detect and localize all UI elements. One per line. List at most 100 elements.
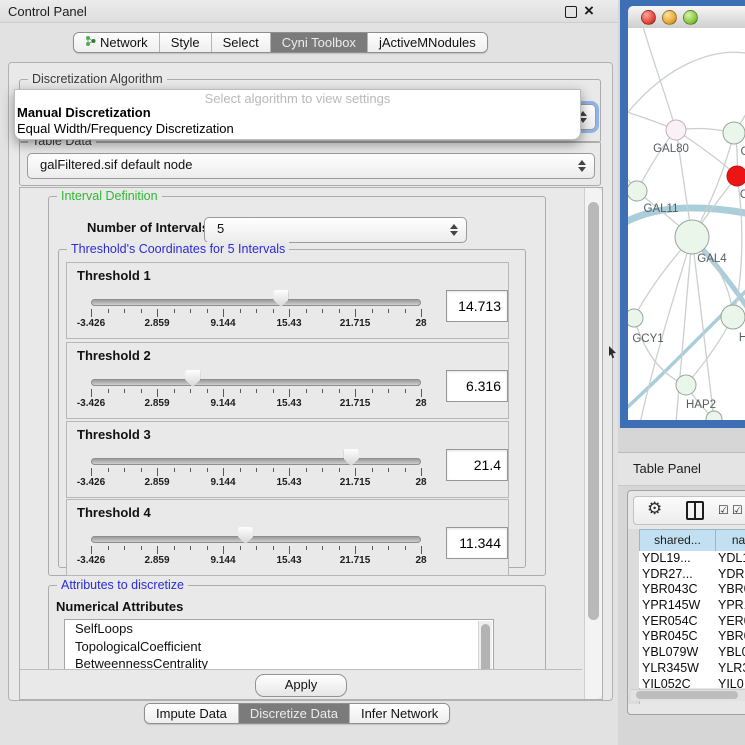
apply-button[interactable]: Apply [255,674,347,697]
slider-track[interactable] [91,458,421,465]
close-icon[interactable]: × [584,1,594,21]
vertical-scrollbar[interactable] [584,188,603,699]
table-cell[interactable]: YBR0 [718,582,745,598]
float-window-icon[interactable] [565,6,577,18]
table-cell[interactable]: YIL052C [639,677,718,689]
table-cell[interactable]: YER0 [718,614,745,630]
table-cell[interactable]: YLR3 [718,661,745,677]
threshold-slider[interactable]: -3.4262.8599.14415.4321.71528 [91,343,421,418]
threshold-slider[interactable]: -3.4262.8599.14415.4321.71528 [91,422,421,497]
table-row[interactable]: YDR27...YDR2 [639,567,745,583]
table-cell[interactable]: YDR27... [639,567,718,583]
group-title: Attributes to discretize [57,578,188,592]
apply-strip: Apply [20,669,582,700]
threshold-slider[interactable]: -3.4262.8599.14415.4321.71528 [91,500,421,575]
numerical-attributes-label: Numerical Attributes [56,599,183,614]
network-node-c[interactable] [727,166,745,186]
network-view-window: GAL80GCGAL11GAL4GCY1HHAP2 [620,0,745,428]
network-node-gal4[interactable] [675,220,709,254]
scrollbar-thumb[interactable] [636,691,738,699]
number-of-intervals-value: 5 [217,221,224,236]
column-header-shared-name[interactable]: shared... [639,529,716,552]
checkbox-checked-icon[interactable]: ☑ [718,503,729,517]
network-node-h[interactable] [721,305,745,329]
tab-cyni-toolbox[interactable]: Cyni Toolbox [270,33,367,52]
network-node-gal80[interactable] [666,120,686,140]
table-cell[interactable]: YBR045C [639,629,718,645]
horizontal-scrollbar[interactable] [631,689,745,701]
network-node-hap2[interactable] [676,375,696,395]
threshold-panel: Threshold 1 -3.4262.8599.14415.4321.7152… [66,262,509,339]
table-cell[interactable]: YBR0 [718,629,745,645]
slider-track[interactable] [91,299,421,306]
tab-select[interactable]: Select [211,33,270,52]
attribute-item[interactable]: TopologicalCoefficient [65,638,493,656]
tab-label: Impute Data [156,706,227,721]
threshold-value-field[interactable]: 6.316 [446,370,508,402]
column-header-name[interactable]: na [715,529,745,552]
table-cell[interactable]: YDL1 [718,551,745,567]
table-data-select[interactable]: galFiltered.sif default node [27,153,595,179]
network-window-titlebar[interactable] [628,6,745,29]
table-cell[interactable]: YPR1 [718,598,745,614]
minimize-traffic-light-icon[interactable] [662,10,677,25]
tab-label: Discretize Data [250,706,338,721]
threshold-slider[interactable]: -3.4262.8599.14415.4321.71528 [91,263,421,338]
mouse-cursor [608,346,617,364]
network-node-label: GAL11 [644,203,679,215]
table-cell[interactable]: YIL0 [718,677,745,689]
threshold-value-field[interactable]: 14.713 [446,290,508,322]
table-row[interactable]: YBL079WYBL0 [639,645,745,661]
table-row[interactable]: YER054CYER0 [639,614,745,630]
columns-icon[interactable] [686,501,704,520]
scrollbar-thumb[interactable] [588,202,599,620]
table-row[interactable]: YIL052CYIL0 [639,677,745,689]
tab-jactivemnodules[interactable]: jActiveMNodules [367,33,487,52]
threshold-value-field[interactable]: 11.344 [446,527,508,559]
table-cell[interactable]: YBL0 [718,645,745,661]
network-edge[interactable] [642,28,676,130]
network-node-gcy1[interactable] [628,309,643,327]
network-node-gal11[interactable] [628,181,647,201]
table-cell[interactable]: YER054C [639,614,718,630]
checkbox-checked-icon[interactable]: ☑ [732,503,743,517]
table-cell[interactable]: YPR145W [639,598,718,614]
table-cell[interactable]: YLR345W [639,661,718,677]
network-canvas[interactable]: GAL80GCGAL11GAL4GCY1HHAP2 [628,28,745,420]
slider-track[interactable] [91,536,421,543]
table-row[interactable]: YBR045CYBR0 [639,629,745,645]
table-cell[interactable]: YBR043C [639,582,718,598]
popup-prompt: Select algorithm to view settings [15,91,580,106]
number-of-intervals-spinner[interactable]: 5 [204,217,467,243]
gear-icon[interactable]: ⚙ [647,499,662,519]
network-node-label: G [741,146,745,158]
table-cell[interactable]: YBL079W [639,645,718,661]
network-edge[interactable] [637,130,676,191]
group-title: Discretization Algorithm [28,72,167,86]
table-row[interactable]: YDL19...YDL1 [639,551,745,567]
table-cell[interactable]: YDR2 [718,567,745,583]
tab-infer-network[interactable]: Infer Network [349,704,449,723]
tab-impute-data[interactable]: Impute Data [145,704,238,723]
table-cell[interactable]: YDL19... [639,551,718,567]
network-edge[interactable] [628,52,745,120]
table-panel-title: Table Panel [633,461,701,476]
tab-network[interactable]: Network [74,33,159,52]
tab-discretize-data[interactable]: Discretize Data [238,704,349,723]
network-node-label: GAL80 [653,143,689,155]
threshold-value-field[interactable]: 21.4 [446,449,508,481]
group-title: Interval Definition [57,189,162,203]
group-title: Threshold's Coordinates for 5 Intervals [67,242,289,256]
popup-item-equal-width-frequency[interactable]: Equal Width/Frequency Discretization [17,121,234,136]
table-row[interactable]: YLR345WYLR3 [639,661,745,677]
slider-track[interactable] [91,379,421,386]
attribute-item[interactable]: SelfLoops [65,620,493,638]
table-row[interactable]: YBR043CYBR0 [639,582,745,598]
network-node-g[interactable] [723,122,745,144]
threshold-panel: Threshold 3 -3.4262.8599.14415.4321.7152… [66,421,509,498]
table-row[interactable]: YPR145WYPR1 [639,598,745,614]
tab-style[interactable]: Style [159,33,211,52]
close-traffic-light-icon[interactable] [641,10,656,25]
zoom-traffic-light-icon[interactable] [683,10,698,25]
popup-item-manual-discretization[interactable]: Manual Discretization [17,105,151,120]
